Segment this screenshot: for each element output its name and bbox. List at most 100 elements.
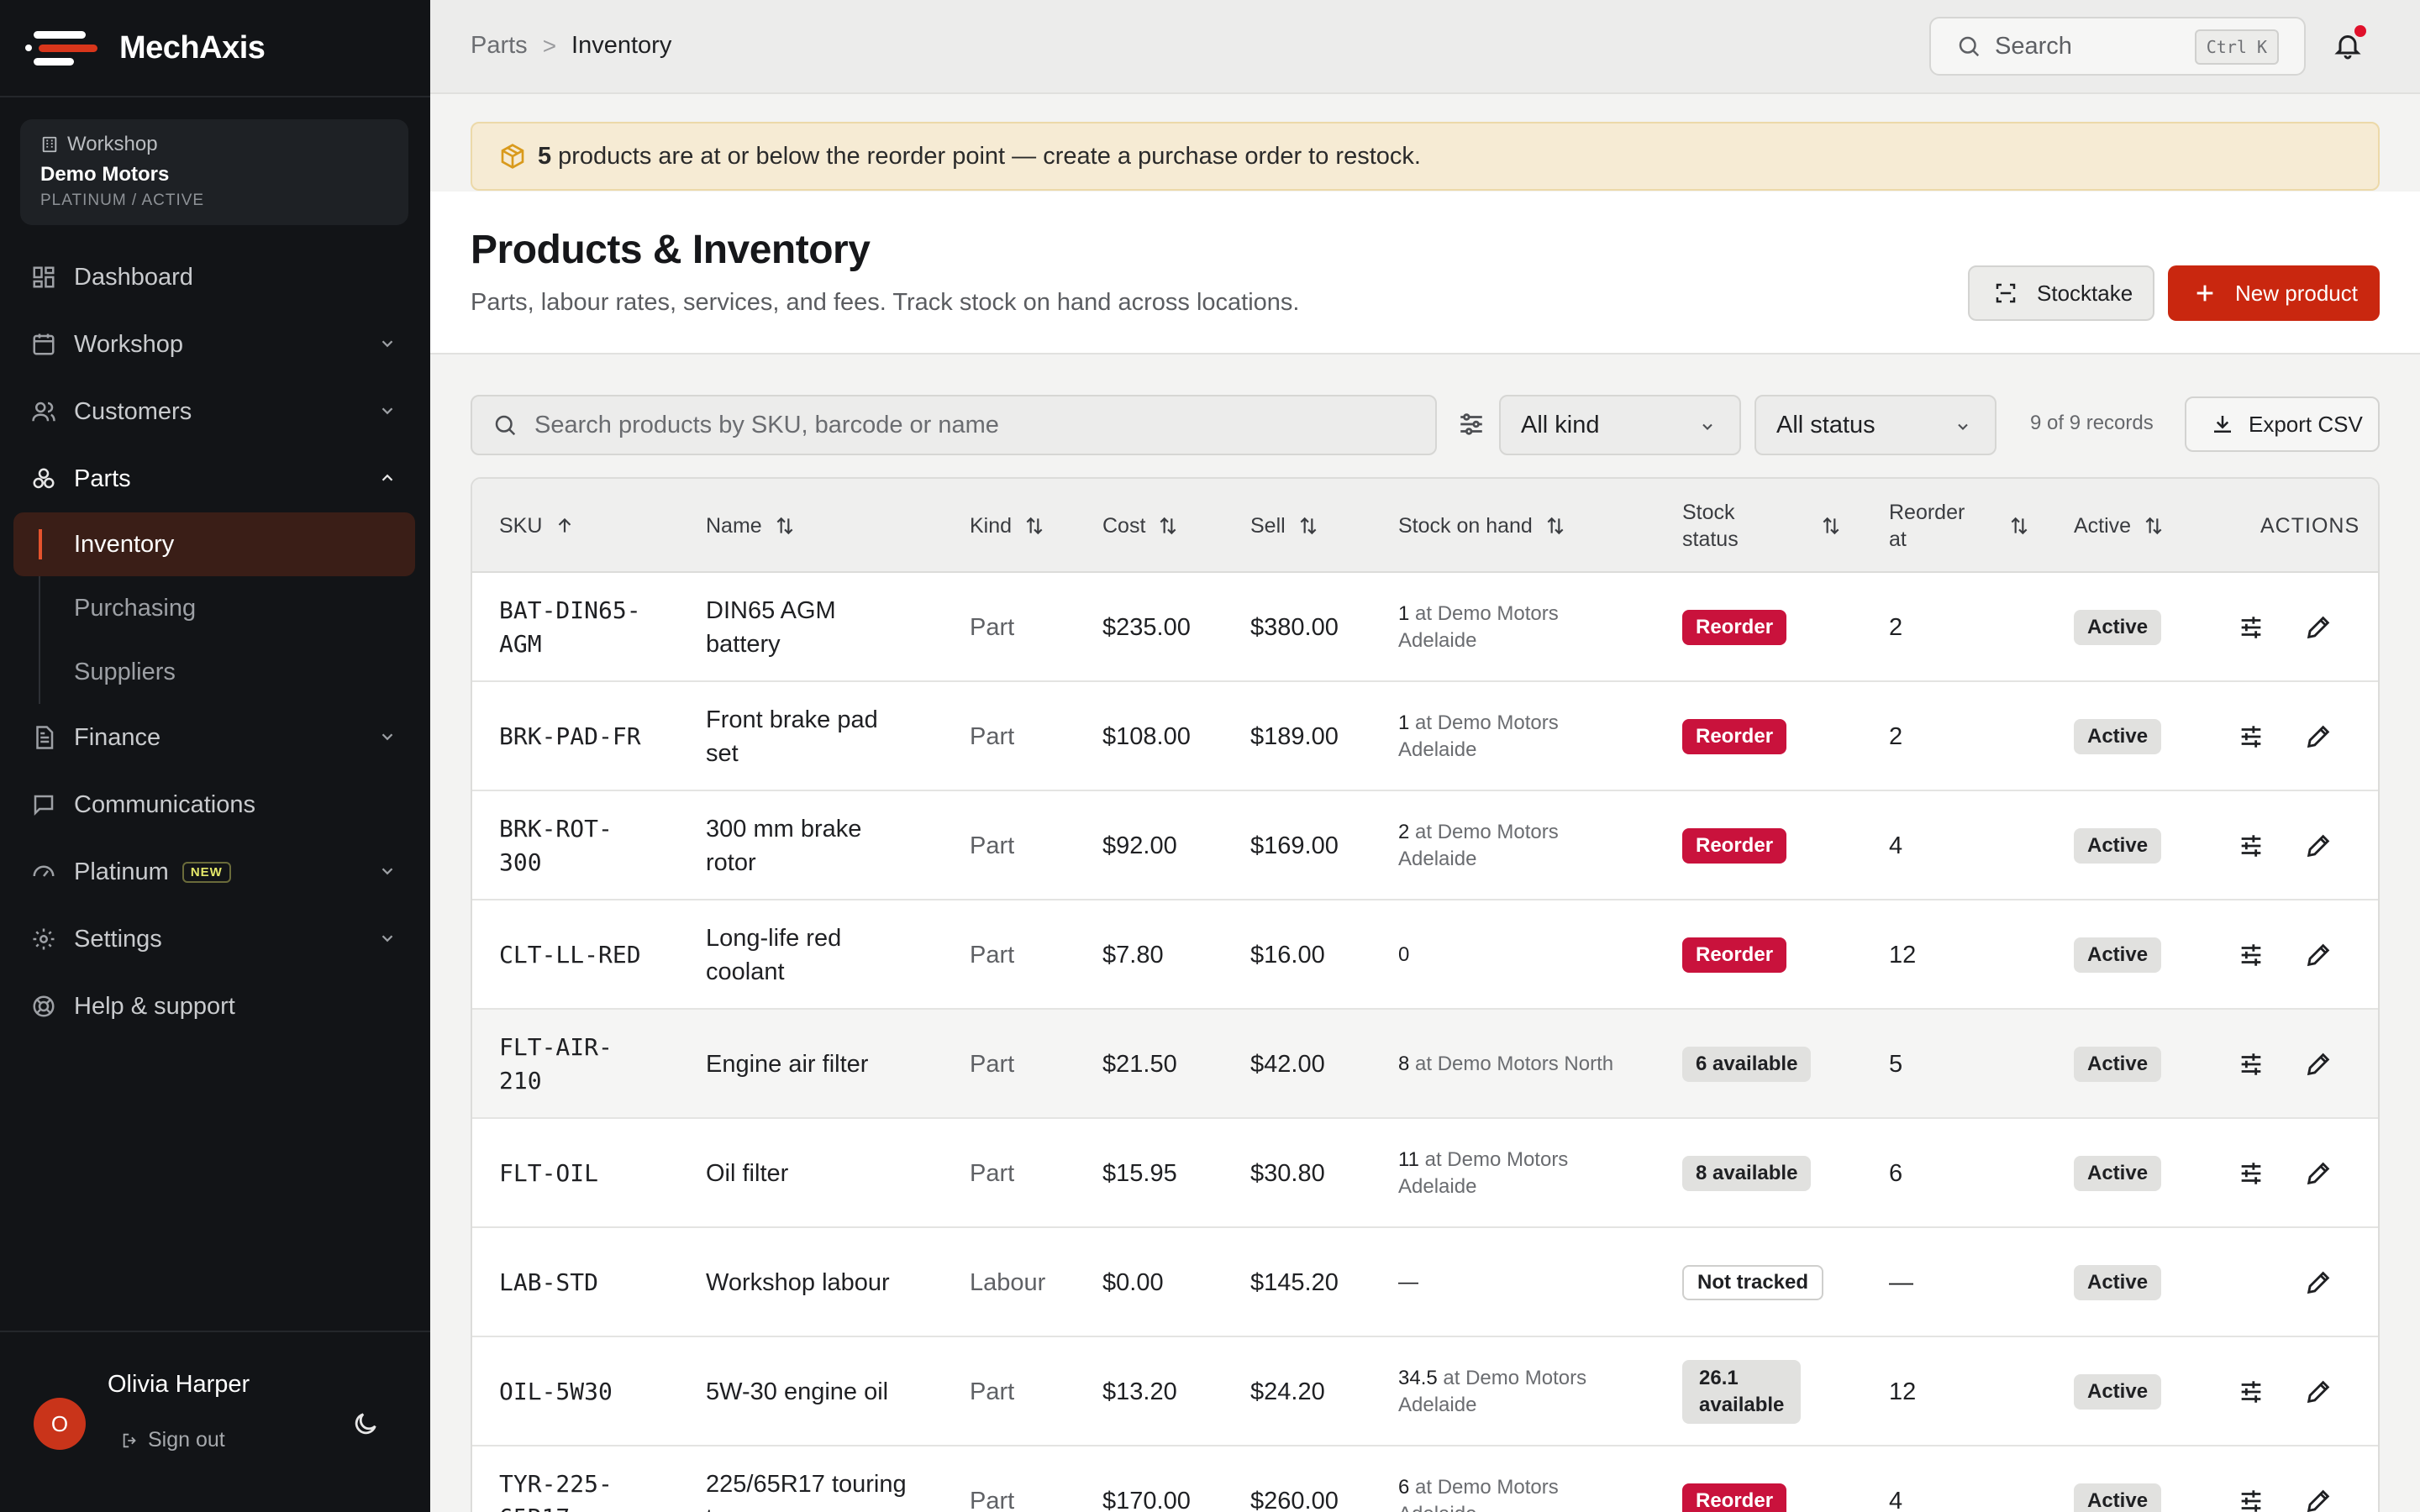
stocktake-button[interactable]: Stocktake bbox=[1968, 265, 2154, 321]
chevron-down-icon bbox=[1958, 423, 1968, 430]
export-csv-button[interactable]: Export CSV bbox=[2185, 396, 2380, 452]
adjust-stock-icon[interactable] bbox=[2237, 1050, 2265, 1079]
column-header-sell[interactable]: Sell bbox=[1250, 479, 1319, 573]
stock-on-hand: — bbox=[1398, 1271, 1418, 1294]
edit-pencil-icon[interactable] bbox=[2304, 1159, 2333, 1188]
workspace-switcher[interactable]: Workshop Demo Motors PLATINUM / ACTIVE bbox=[20, 119, 408, 225]
table-row[interactable]: BAT-DIN65- AGM DIN65 AGM battery Part $235.00… bbox=[472, 573, 2378, 682]
active-badge: Active bbox=[2074, 1156, 2162, 1191]
sku-cell: BRK-PAD-FR bbox=[499, 722, 641, 750]
column-header-cost[interactable]: Cost bbox=[1102, 479, 1179, 573]
sidebar-item-finance[interactable]: Finance bbox=[0, 704, 430, 771]
sort-icon bbox=[1160, 517, 1176, 535]
cost-cell: $235.00 bbox=[1102, 614, 1191, 641]
column-header-kind[interactable]: Kind bbox=[970, 479, 1045, 573]
name-cell: Long-life red coolant bbox=[706, 925, 842, 985]
adjust-stock-icon[interactable] bbox=[2237, 941, 2265, 969]
cost-cell: $15.95 bbox=[1102, 1160, 1177, 1187]
stock-cell: 6 at Demo MotorsAdelaide bbox=[1398, 1446, 1667, 1512]
table-row[interactable]: TYR-225-65R17 225/65R17 touringtyre Part $1… bbox=[472, 1446, 2378, 1512]
column-header-active[interactable]: Active bbox=[2074, 479, 2165, 573]
mechaxis-logo-icon bbox=[25, 28, 103, 68]
edit-pencil-icon[interactable] bbox=[2304, 613, 2333, 642]
table-row[interactable]: BRK-ROT- 300 300 mm brake rotor Part $92.00 $1… bbox=[472, 791, 2378, 900]
status-filter-select[interactable]: All status bbox=[1754, 395, 1996, 455]
adjust-stock-icon[interactable] bbox=[2237, 722, 2265, 751]
edit-pencil-icon[interactable] bbox=[2304, 1378, 2333, 1406]
column-header-name[interactable]: Name bbox=[706, 479, 796, 573]
sidebar-item-communications[interactable]: Communications bbox=[0, 771, 430, 838]
avatar[interactable]: O bbox=[34, 1398, 86, 1450]
edit-pencil-icon[interactable] bbox=[2304, 1487, 2333, 1512]
sku-cell: BAT-DIN65- AGM bbox=[499, 596, 641, 658]
sidebar-item-parts[interactable]: Parts bbox=[0, 445, 430, 512]
records-count: 9 of 9 records bbox=[2030, 412, 2154, 434]
adjust-stock-icon[interactable] bbox=[2237, 1378, 2265, 1406]
column-header-reorder-at[interactable]: Reorder at bbox=[1889, 479, 2030, 573]
table-row[interactable]: FLT-AIR- 210 Engine air filter Part $21.50 $4… bbox=[472, 1010, 2378, 1119]
global-search[interactable]: Search Ctrl K bbox=[1929, 17, 2306, 76]
table-row[interactable]: FLT-OIL Oil filter Part $15.95 $30.80 11 at D… bbox=[472, 1119, 2378, 1228]
column-header-stock[interactable]: Stock on hand bbox=[1398, 479, 1566, 573]
sidebar-item-dashboard[interactable]: Dashboard bbox=[0, 244, 430, 311]
stock-on-hand: 11 at Demo Motors Adelaide bbox=[1398, 1148, 1569, 1198]
sidebar-item-platinum[interactable]: Platinum NEW bbox=[0, 838, 430, 906]
name-cell: 225/65R17 touringtyre bbox=[706, 1471, 907, 1512]
sliders-icon[interactable] bbox=[1457, 410, 1486, 438]
chevron-down-icon bbox=[1702, 423, 1712, 430]
table-row[interactable]: CLT-LL-RED Long-life red coolant Part $7.80 $… bbox=[472, 900, 2378, 1010]
stock-status-cell: Reorder bbox=[1682, 900, 1787, 1010]
table-row[interactable]: LAB-STD Workshop labour Labour $0.00 $145.20… bbox=[472, 1228, 2378, 1337]
edit-pencil-icon[interactable] bbox=[2304, 832, 2333, 860]
sign-out-button[interactable]: Sign out bbox=[121, 1428, 225, 1452]
adjust-stock-icon[interactable] bbox=[2237, 613, 2265, 642]
cost-cell: $92.00 bbox=[1102, 832, 1177, 859]
stock-cell: 1 at Demo Motors Adelaide bbox=[1398, 682, 1667, 791]
shortcut-hint: Ctrl K bbox=[2194, 29, 2279, 65]
name-cell: Oil filter bbox=[706, 1160, 789, 1187]
column-header-stock-status[interactable]: Stock status bbox=[1682, 479, 1842, 573]
cost-cell: $108.00 bbox=[1102, 723, 1191, 750]
table-row[interactable]: OIL-5W30 5W-30 engine oil Part $13.20 $24.20… bbox=[472, 1337, 2378, 1446]
adjust-stock-icon[interactable] bbox=[2237, 1159, 2265, 1188]
sell-cell: $380.00 bbox=[1250, 614, 1339, 641]
edit-pencil-icon[interactable] bbox=[2304, 1050, 2333, 1079]
stock-status-cell: 8 available bbox=[1682, 1119, 1812, 1228]
sidebar-item-workshop[interactable]: Workshop bbox=[0, 311, 430, 378]
sidebar-subitem-purchasing[interactable]: Purchasing bbox=[13, 576, 415, 640]
kind-filter-select[interactable]: All kind bbox=[1499, 395, 1741, 455]
sidebar-item-settings[interactable]: Settings bbox=[0, 906, 430, 973]
active-cell: Active bbox=[2074, 1119, 2162, 1228]
sidebar-nav: Dashboard Workshop Customers Parts Inven… bbox=[0, 244, 430, 1040]
page-header: Products & Inventory Parts, labour rates… bbox=[430, 192, 2420, 354]
sidebar-item-label: Inventory bbox=[74, 530, 175, 558]
column-header-sku[interactable]: SKU bbox=[499, 479, 576, 573]
chevron-down-icon bbox=[381, 733, 393, 741]
sidebar-item-customers[interactable]: Customers bbox=[0, 378, 430, 445]
gear-icon bbox=[30, 926, 57, 953]
edit-pencil-icon[interactable] bbox=[2304, 722, 2333, 751]
sidebar-subitem-inventory[interactable]: Inventory bbox=[13, 512, 415, 576]
edit-pencil-icon[interactable] bbox=[2304, 941, 2333, 969]
active-cell: Active bbox=[2074, 1228, 2162, 1337]
moon-icon[interactable] bbox=[351, 1410, 380, 1438]
sidebar-item-help[interactable]: Help & support bbox=[0, 973, 430, 1040]
notifications-button[interactable] bbox=[2333, 25, 2366, 64]
active-cell: Active bbox=[2074, 900, 2162, 1010]
adjust-stock-icon[interactable] bbox=[2237, 1487, 2265, 1512]
adjust-stock-icon[interactable] bbox=[2237, 832, 2265, 860]
stock-status-badge: Reorder bbox=[1682, 719, 1787, 754]
sidebar-subitem-suppliers[interactable]: Suppliers bbox=[13, 640, 415, 704]
product-search-input[interactable]: Search products by SKU, barcode or name bbox=[471, 395, 1437, 455]
new-product-button[interactable]: New product bbox=[2168, 265, 2380, 321]
alert-count: 5 bbox=[538, 142, 552, 170]
table-row[interactable]: BRK-PAD-FR Front brake pad set Part $108.00 $… bbox=[472, 682, 2378, 791]
sort-icon bbox=[1300, 517, 1317, 535]
active-badge: Active bbox=[2074, 1265, 2162, 1300]
edit-pencil-icon[interactable] bbox=[2304, 1268, 2333, 1297]
page-title: Products & Inventory bbox=[471, 228, 871, 272]
notification-dot bbox=[2354, 25, 2366, 37]
breadcrumb-parts[interactable]: Parts bbox=[471, 32, 528, 60]
sort-ascending-icon bbox=[559, 517, 571, 533]
brand[interactable]: MechAxis bbox=[0, 0, 430, 97]
